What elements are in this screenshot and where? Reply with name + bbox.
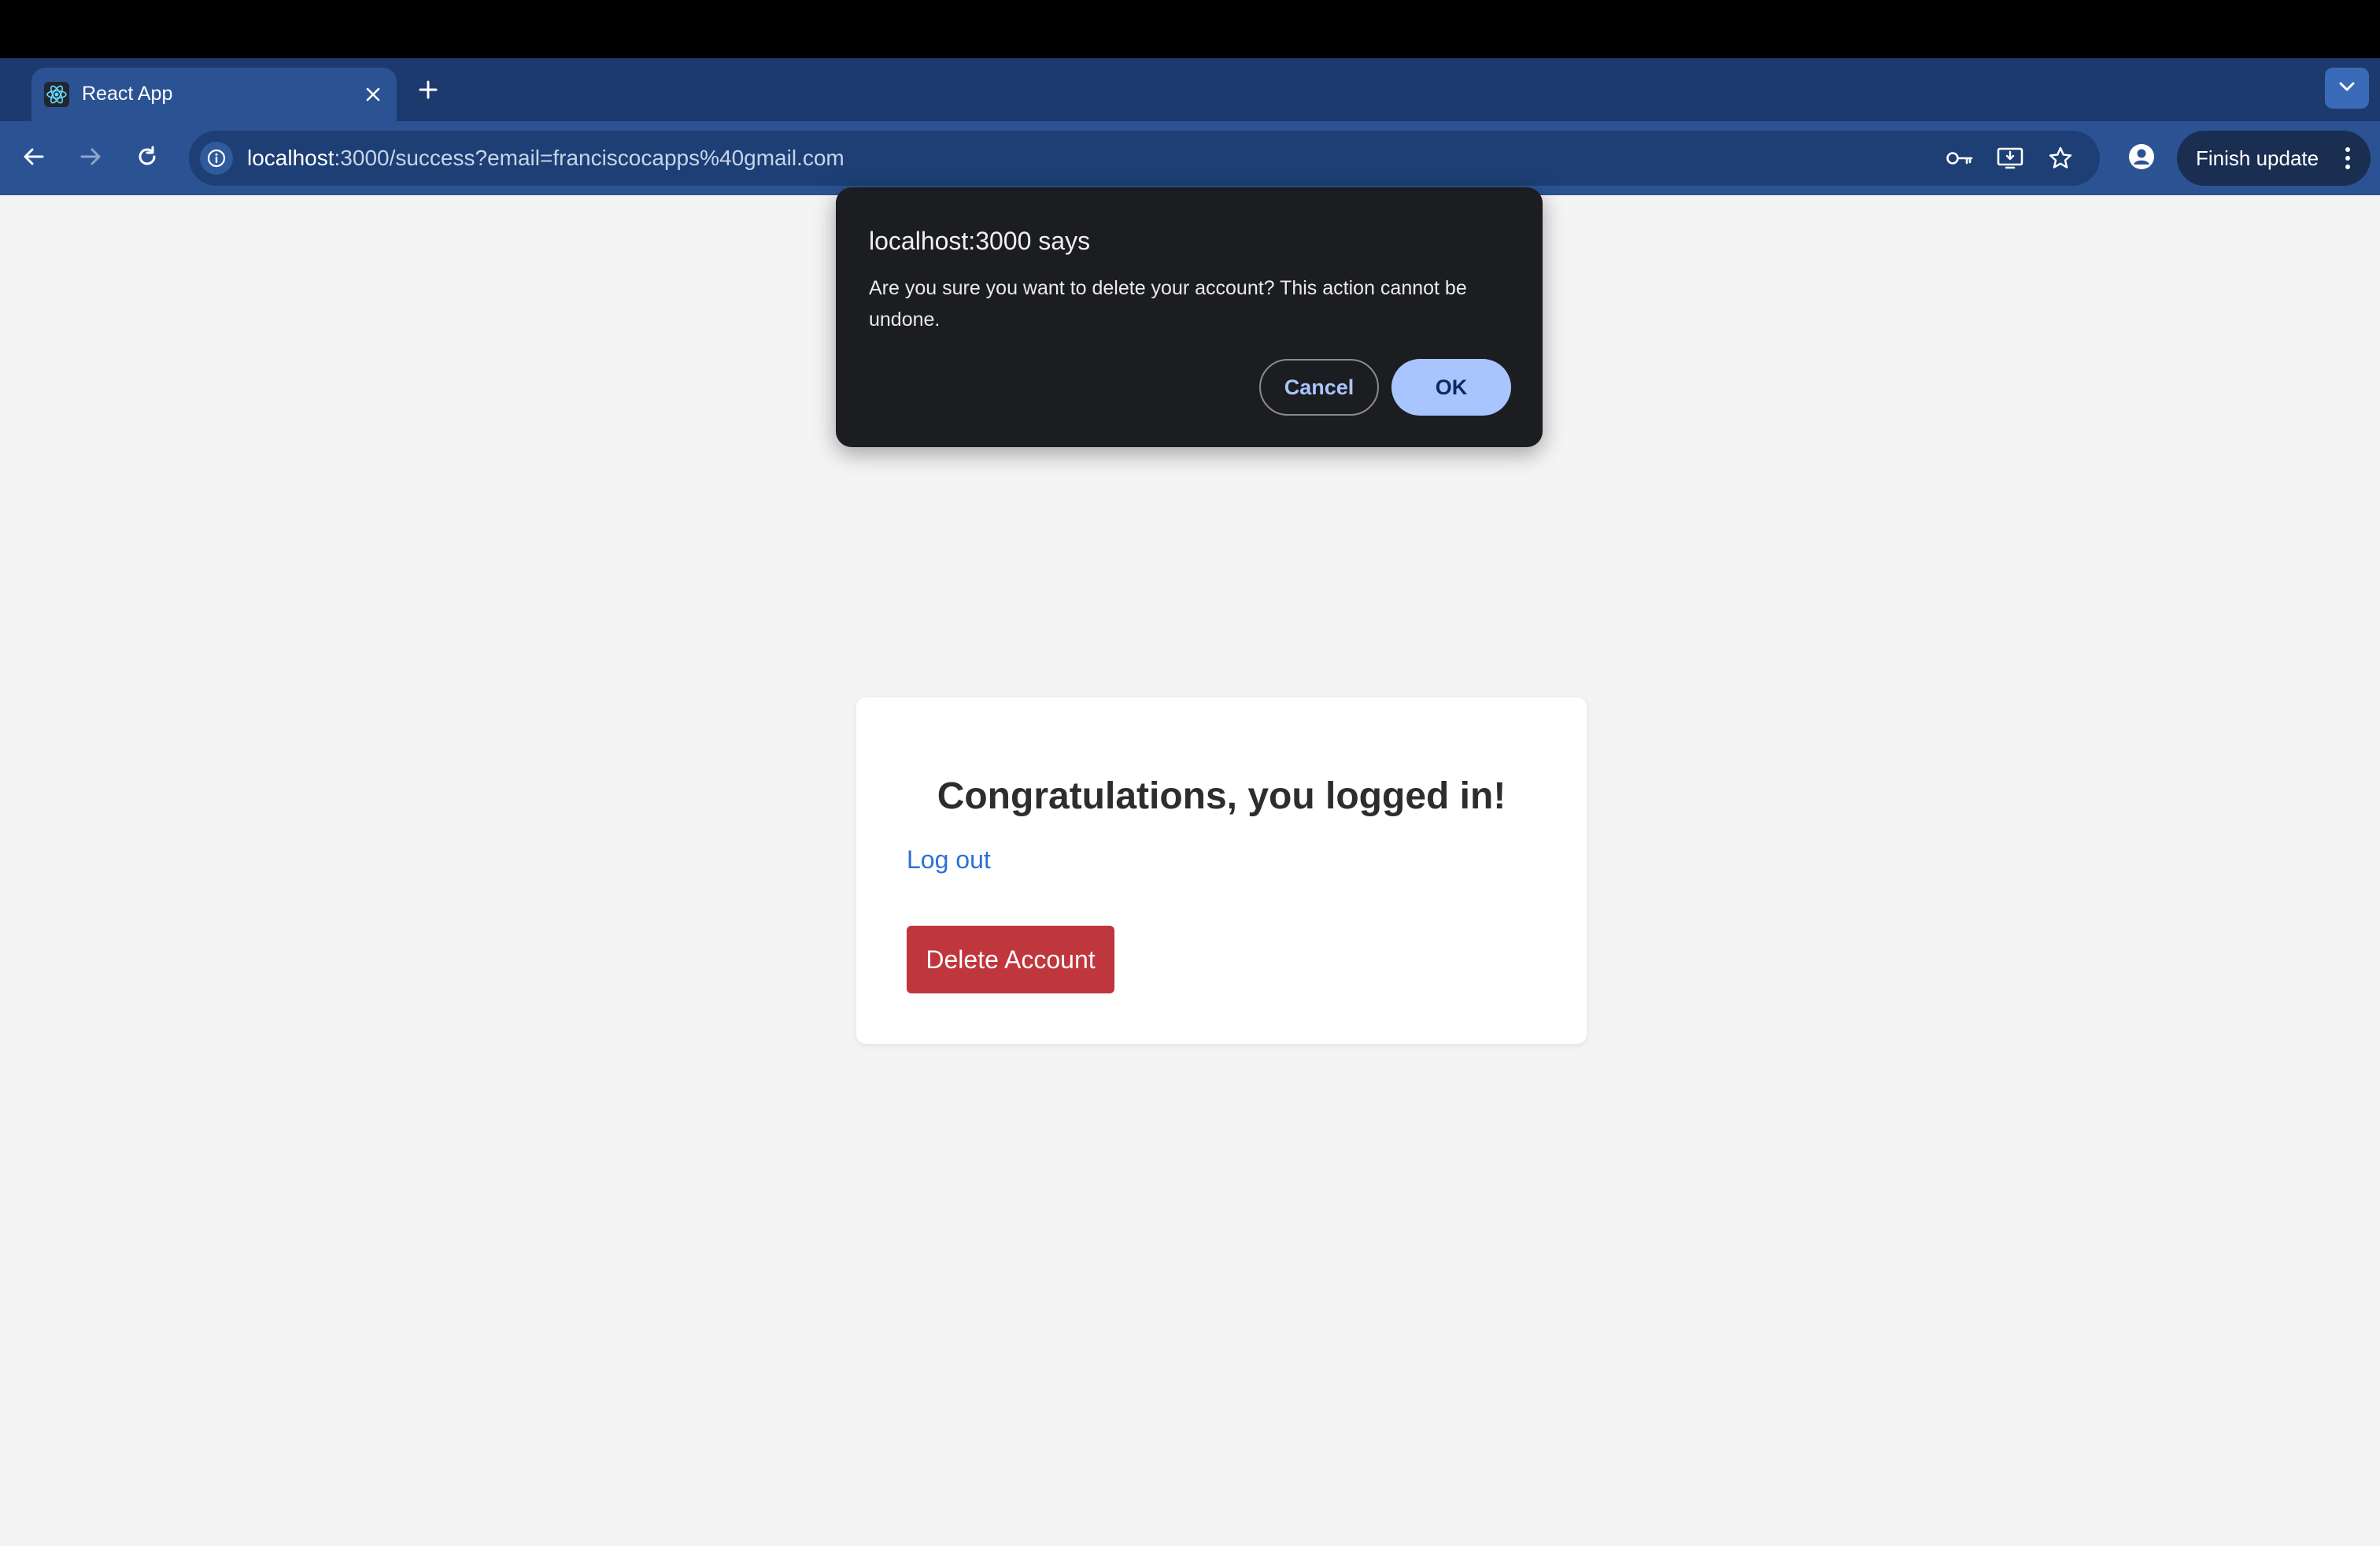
forward-button[interactable] bbox=[71, 139, 110, 178]
back-button[interactable] bbox=[14, 139, 54, 178]
profile-button[interactable] bbox=[2122, 139, 2161, 178]
back-arrow-icon bbox=[22, 145, 46, 172]
finish-update-label: Finish update bbox=[2196, 146, 2319, 170]
logout-link[interactable]: Log out bbox=[907, 844, 991, 875]
finish-update-button[interactable]: Finish update bbox=[2177, 131, 2371, 186]
star-icon[interactable] bbox=[2043, 141, 2078, 176]
url-host: localhost bbox=[247, 146, 334, 170]
cancel-button[interactable]: Cancel bbox=[1259, 359, 1379, 416]
reload-button[interactable] bbox=[128, 139, 167, 178]
tab-title: React App bbox=[82, 83, 173, 105]
url-path: :3000/success?email=franciscocapps%40gma… bbox=[334, 146, 844, 170]
dialog-message: Are you sure you want to delete your acc… bbox=[869, 277, 1467, 331]
page-title: Congratulations, you logged in! bbox=[937, 775, 1506, 817]
close-icon[interactable] bbox=[359, 80, 387, 109]
address-bar[interactable]: localhost:3000/success?email=franciscoca… bbox=[189, 131, 2100, 186]
browser-toolbar: localhost:3000/success?email=franciscoca… bbox=[0, 121, 2380, 195]
plus-icon bbox=[418, 80, 438, 104]
delete-account-button[interactable]: Delete Account bbox=[907, 926, 1114, 993]
chevron-down-icon bbox=[2338, 81, 2356, 96]
success-card: Congratulations, you logged in! Log out … bbox=[856, 697, 1587, 1044]
system-top-bar bbox=[0, 0, 2380, 58]
reload-icon bbox=[135, 145, 159, 172]
profile-icon bbox=[2128, 143, 2155, 174]
key-icon[interactable] bbox=[1942, 141, 1977, 176]
dialog-title: localhost:3000 says bbox=[869, 227, 1091, 255]
info-icon[interactable] bbox=[200, 142, 233, 175]
new-tab-button[interactable] bbox=[411, 74, 445, 109]
ok-button[interactable]: OK bbox=[1391, 359, 1511, 416]
react-favicon-icon bbox=[44, 82, 69, 107]
kebab-menu-icon[interactable] bbox=[2336, 142, 2360, 174]
tab-strip: React App bbox=[0, 58, 2380, 121]
tab-react-app[interactable]: React App bbox=[31, 68, 397, 121]
install-app-icon[interactable] bbox=[1993, 141, 2027, 176]
forward-arrow-icon bbox=[79, 145, 102, 172]
tab-search-button[interactable] bbox=[2325, 68, 2369, 109]
confirm-dialog: localhost:3000 says Are you sure you wan… bbox=[836, 187, 1543, 447]
url-text: localhost:3000/success?email=franciscoca… bbox=[247, 145, 844, 172]
